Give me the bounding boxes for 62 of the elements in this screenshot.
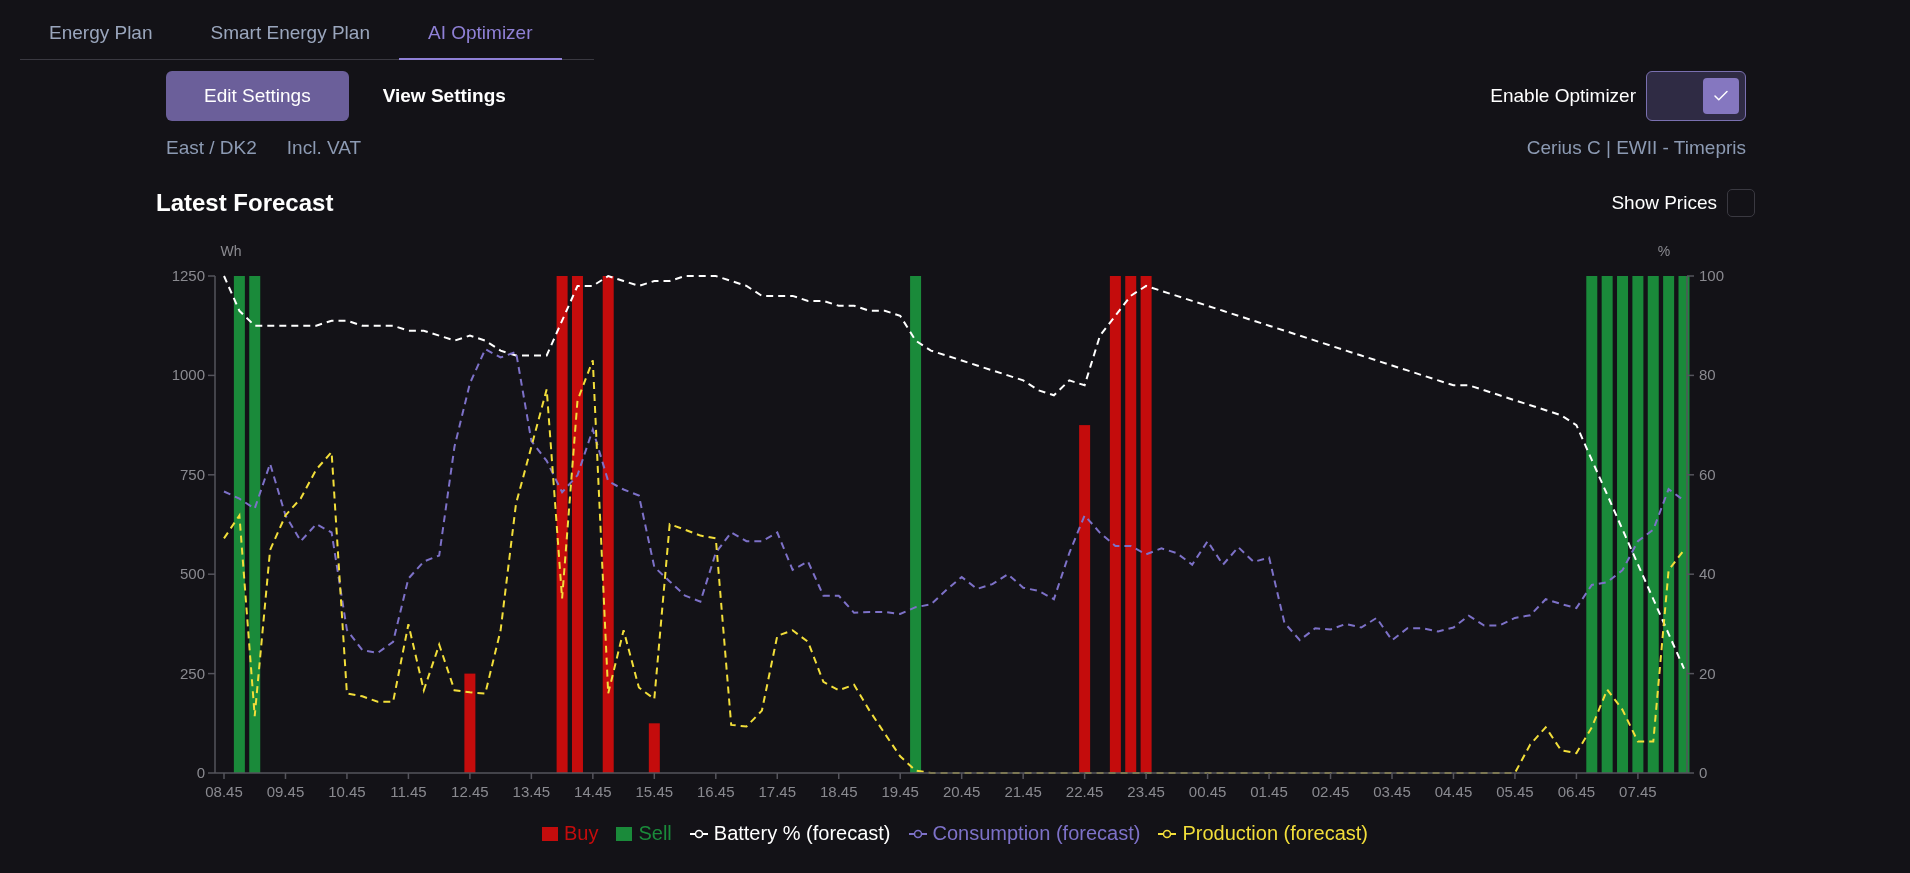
tick-label: 250	[179, 664, 205, 682]
tick-label: 18.45	[819, 783, 858, 800]
tick-label: 15.45	[635, 783, 674, 800]
legend-swatch-icon	[541, 826, 558, 841]
legend-line-icon	[689, 828, 708, 839]
tick-label: 07.45	[1619, 783, 1657, 800]
tick-label: 20	[1699, 664, 1716, 682]
tick-label: 1000	[171, 366, 205, 384]
tick-label: 02.45	[1311, 783, 1350, 800]
tick-label: 05.45	[1496, 783, 1534, 800]
legend-line-icon	[1158, 828, 1177, 839]
legend-label: Production (forecast)	[1182, 822, 1369, 845]
optimizer-toggle[interactable]	[1646, 71, 1746, 121]
tick-label: 23.45	[1127, 783, 1165, 800]
tick-label: 06.45	[1557, 783, 1596, 800]
tick-label: 13.45	[512, 783, 551, 800]
tick-label: 03.45	[1373, 783, 1411, 800]
tick-label: 19.45	[881, 783, 919, 800]
tick-label: 60	[1699, 465, 1716, 483]
tick-label: 09.45	[266, 783, 305, 800]
tick-label: 21.45	[1004, 783, 1042, 800]
axis-title: Wh	[220, 243, 242, 259]
legend-line-icon	[908, 828, 927, 839]
chart-bar	[648, 723, 660, 773]
legend-label: Consumption (forecast)	[932, 822, 1141, 845]
tick-label: 100	[1699, 267, 1725, 284]
tick-label: 20.45	[942, 783, 981, 800]
legend-swatch-icon	[616, 826, 633, 841]
view-button[interactable]: View Settings	[348, 71, 540, 121]
tab[interactable]: AI Optimizer	[399, 0, 562, 60]
tick-label: 0	[196, 764, 205, 781]
tariff-label: Cerius C | EWII - Timepris	[1526, 137, 1746, 159]
toggle-label: Enable Optimizer	[1490, 85, 1636, 107]
tick-label: 04.45	[1434, 783, 1473, 800]
tick-label: 17.45	[758, 783, 797, 800]
tick-label: 11.45	[390, 783, 427, 800]
axis-title: %	[1657, 243, 1671, 259]
checkbox[interactable]	[1727, 189, 1755, 217]
tick-label: 500	[179, 565, 205, 583]
checkbox-label: Show Prices	[1611, 192, 1717, 214]
tick-label: 08.45	[205, 783, 243, 800]
tick-label: 10.45	[328, 783, 366, 800]
tick-label: 12.45	[451, 783, 489, 800]
tick-label: 0	[1699, 764, 1708, 781]
tick-label: 01.45	[1250, 783, 1288, 800]
legend-label: Battery % (forecast)	[713, 822, 891, 845]
tick-label: 750	[179, 465, 205, 483]
view-button[interactable]: Edit Settings	[166, 71, 349, 121]
section-title: Latest Forecast	[156, 189, 334, 217]
legend-label: Sell	[638, 822, 672, 845]
tick-label: 80	[1699, 366, 1716, 384]
tick-label: 22.45	[1065, 783, 1104, 800]
tick-label: 14.45	[574, 783, 612, 800]
tick-label: 16.45	[697, 783, 735, 800]
legend-label: Buy	[563, 822, 599, 845]
tick-label: 1250	[171, 267, 205, 284]
tab[interactable]: Smart Energy Plan	[181, 0, 399, 60]
tick-label: 00.45	[1188, 783, 1227, 800]
tab[interactable]: Energy Plan	[20, 0, 182, 60]
tick-label: 40	[1699, 565, 1716, 583]
vat-label: Incl. VAT	[286, 137, 362, 159]
region-label: East / DK2	[166, 137, 257, 159]
